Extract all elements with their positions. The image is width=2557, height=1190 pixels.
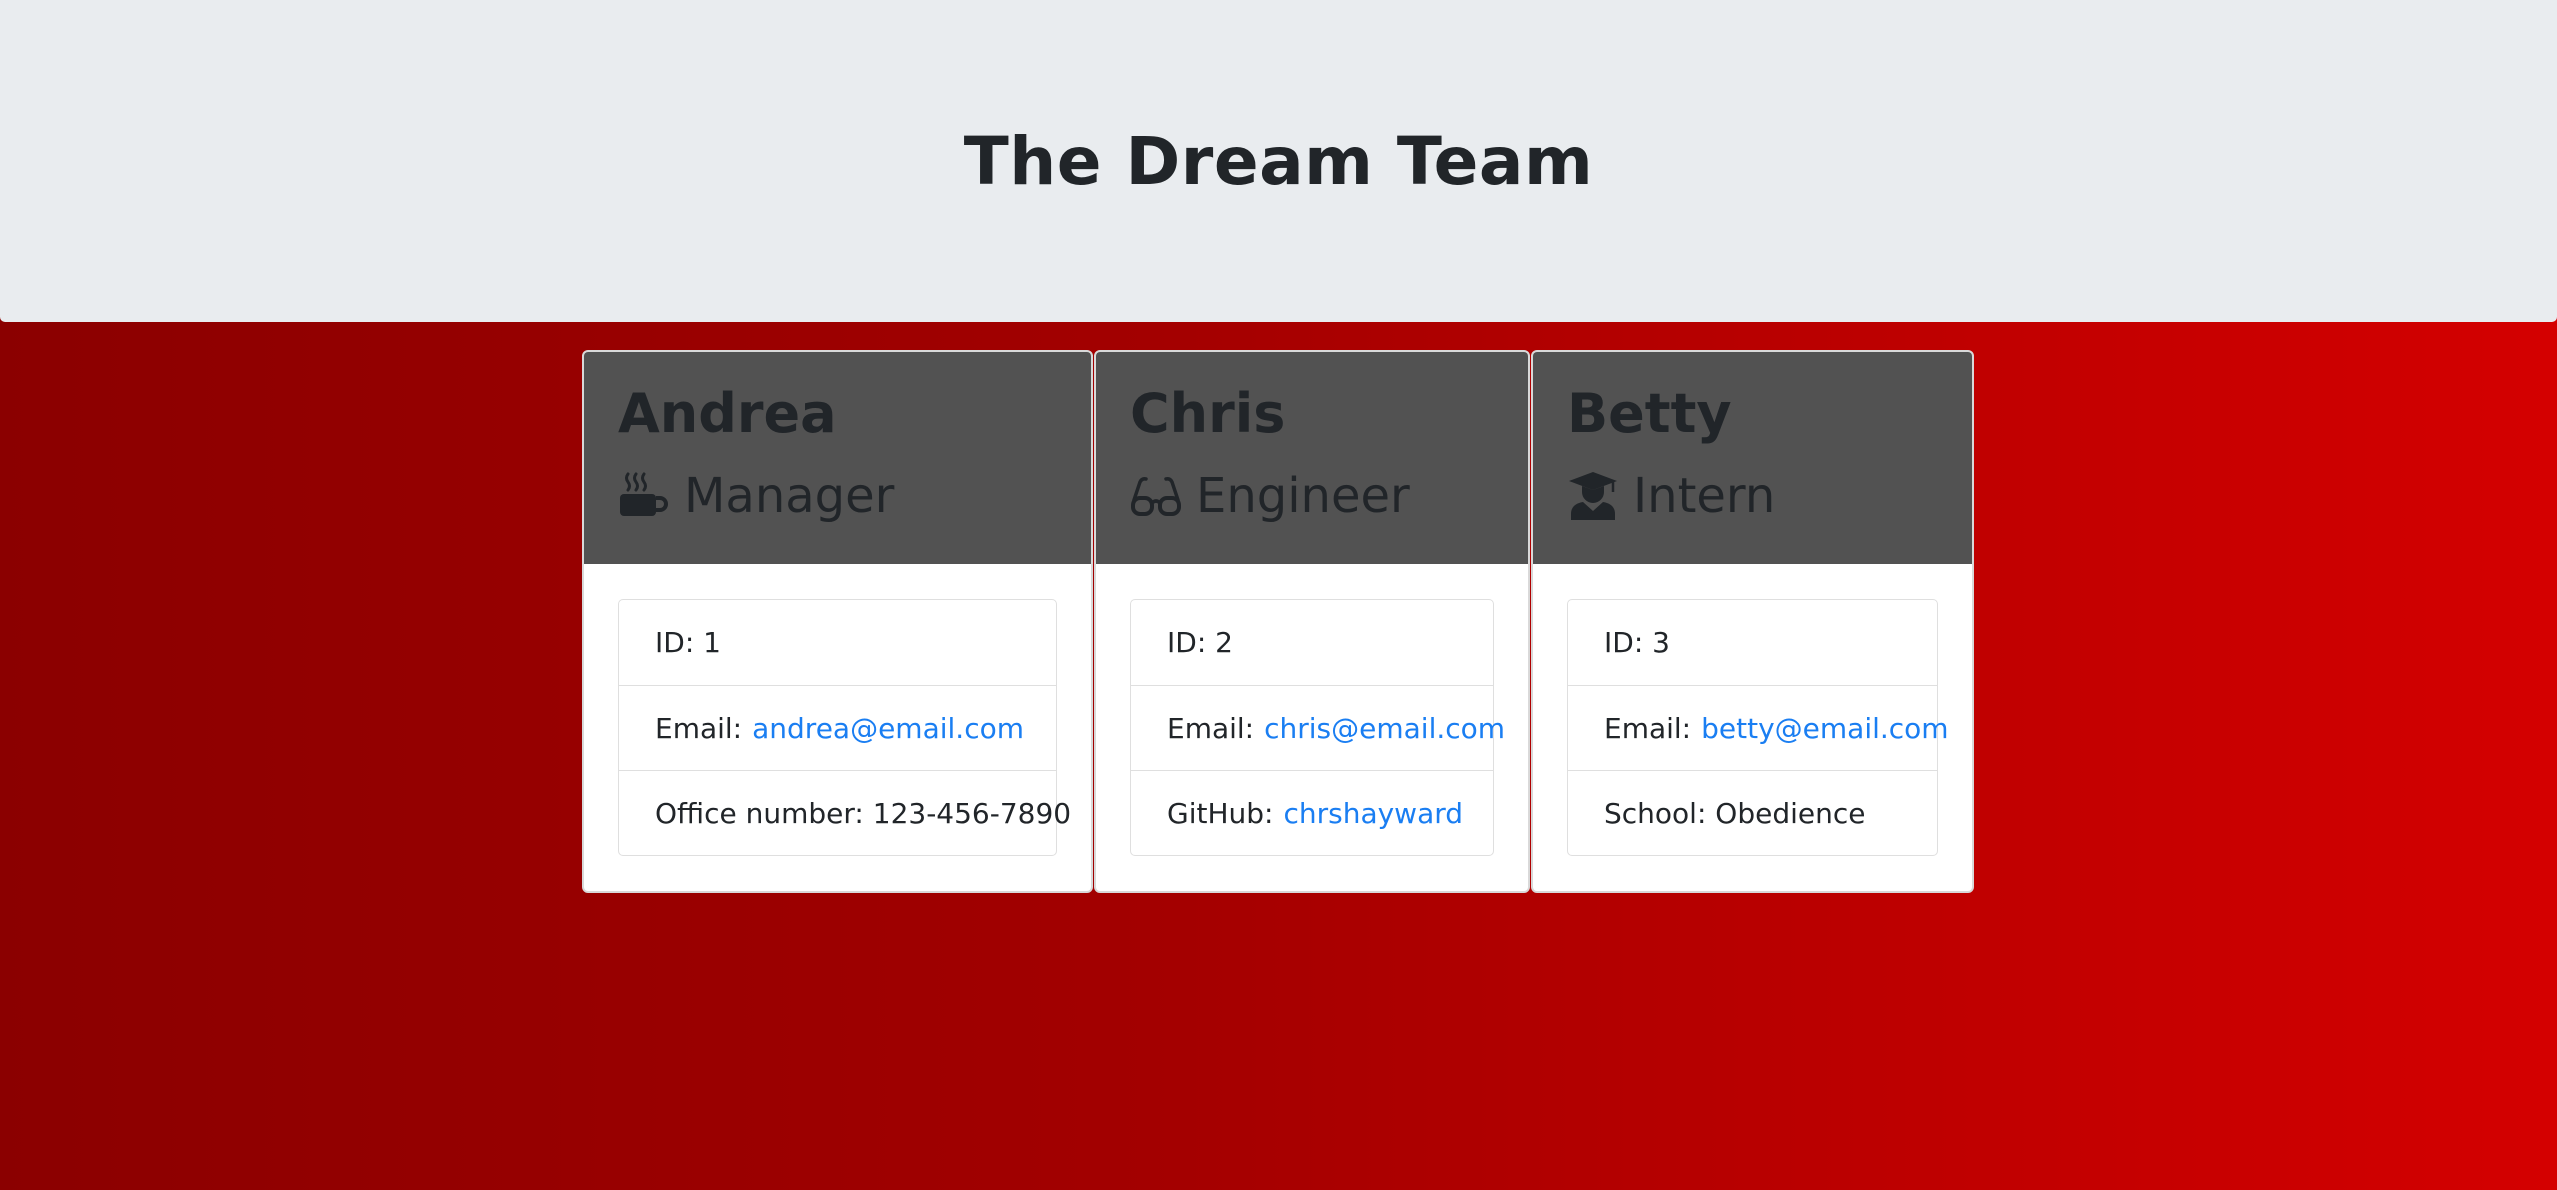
email-link[interactable]: andrea@email.com bbox=[752, 712, 1024, 745]
employee-card-intern: Betty Intern ID: 3 Email: betty@email.co… bbox=[1531, 350, 1974, 893]
employee-card-manager: Andrea Manager ID: 1 Email: andrea@email… bbox=[582, 350, 1093, 893]
employee-role-label: Manager bbox=[684, 468, 895, 524]
employee-name: Andrea bbox=[618, 382, 837, 445]
card-header: Andrea Manager bbox=[584, 352, 1091, 564]
github-label: GitHub: bbox=[1167, 796, 1274, 830]
card-header: Chris Engineer bbox=[1096, 352, 1528, 564]
employee-name: Chris bbox=[1130, 382, 1286, 445]
employee-email-row: Email: betty@email.com bbox=[1568, 685, 1949, 770]
github-row: GitHub: chrshayward bbox=[1131, 770, 1493, 855]
jumbotron-header: The Dream Team bbox=[0, 0, 2557, 322]
email-label: Email: bbox=[1604, 711, 1692, 745]
employee-info-list: ID: 2 Email: chris@email.com GitHub: chr… bbox=[1130, 599, 1505, 856]
coffee-mug-icon bbox=[618, 470, 670, 522]
employee-info-list: ID: 1 Email: andrea@email.com Office num… bbox=[618, 599, 1071, 856]
github-link[interactable]: chrshayward bbox=[1283, 797, 1463, 830]
email-label: Email: bbox=[655, 711, 743, 745]
school: School: Obedience bbox=[1568, 770, 1937, 855]
email-link[interactable]: betty@email.com bbox=[1701, 712, 1948, 745]
email-link[interactable]: chris@email.com bbox=[1264, 712, 1505, 745]
employee-email-row: Email: chris@email.com bbox=[1131, 685, 1505, 770]
page-title: The Dream Team bbox=[963, 122, 1594, 200]
employee-role-label: Intern bbox=[1633, 468, 1776, 524]
employee-role: Manager bbox=[618, 454, 1091, 538]
glasses-icon bbox=[1130, 470, 1182, 522]
card-header: Betty Intern bbox=[1533, 352, 1972, 564]
employee-role-label: Engineer bbox=[1196, 468, 1410, 524]
employee-id: ID: 2 bbox=[1167, 626, 1233, 659]
employee-role: Intern bbox=[1567, 454, 1972, 538]
employee-email-row: Email: andrea@email.com bbox=[619, 685, 1056, 770]
employee-id: ID: 1 bbox=[655, 626, 721, 659]
employee-id: ID: 3 bbox=[1604, 626, 1670, 659]
employee-info-list: ID: 3 Email: betty@email.com School: Obe… bbox=[1567, 599, 1949, 856]
graduate-icon bbox=[1567, 470, 1619, 522]
employee-role: Engineer bbox=[1130, 454, 1528, 538]
employee-card-engineer: Chris Engineer ID: 2 Email: chris@email.… bbox=[1094, 350, 1530, 893]
office-number: Office number: 123-456-7890 bbox=[619, 770, 1071, 855]
employee-name: Betty bbox=[1567, 382, 1732, 445]
email-label: Email: bbox=[1167, 711, 1255, 745]
